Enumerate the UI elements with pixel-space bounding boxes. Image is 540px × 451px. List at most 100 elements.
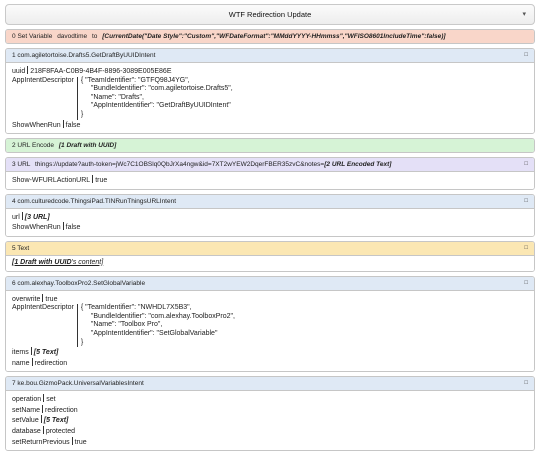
dict-line: "BundleIdentifier": "com.agiletortoise.D… bbox=[90, 85, 233, 93]
action-block-url[interactable]: 3 URL things://update?auth-token=jWc7C1O… bbox=[5, 157, 535, 190]
action-header: 3 URL things://update?auth-token=jWc7C1O… bbox=[6, 158, 534, 173]
window-title-bar: WTF Redirection Update ▾ bbox=[5, 4, 535, 25]
param-key: Show-WFURLActionURL bbox=[12, 177, 91, 185]
param-key: setName bbox=[12, 406, 41, 414]
param-show-when-run: ShowWhenRun false bbox=[12, 222, 528, 233]
param-key: ShowWhenRun bbox=[12, 121, 61, 129]
url-text: things://update?auth-token=jWc7C1OBSlq0Q… bbox=[35, 161, 325, 169]
dict-line: "AppIntentIdentifier": "SetGlobalVariabl… bbox=[90, 329, 218, 337]
dict-line: } bbox=[80, 338, 84, 346]
action-parameters: Show-WFURLActionURL true bbox=[6, 172, 534, 189]
param-database: database protected bbox=[12, 426, 528, 437]
dict-line: "BundleIdentifier": "com.alexhay.Toolbox… bbox=[90, 312, 235, 320]
param-value: true bbox=[45, 295, 58, 303]
param-set-return-previous: setReturnPrevious true bbox=[12, 436, 528, 448]
collapse-icon[interactable]: □ bbox=[524, 158, 528, 171]
param-value: redirection bbox=[45, 406, 78, 414]
action-title: 5 Text bbox=[12, 244, 30, 252]
param-value: true bbox=[74, 438, 87, 446]
dict-line: { "TeamIdentifier": "NWHDL7X5B3", bbox=[80, 304, 192, 312]
param-value: [3 URL] bbox=[24, 213, 50, 221]
param-app-intent-descriptor: AppIntentDescriptor { "TeamIdentifier": … bbox=[12, 304, 528, 348]
text-variable-suffix: 's content] bbox=[71, 258, 104, 266]
divider bbox=[71, 436, 73, 445]
divider bbox=[42, 426, 44, 435]
param-value: 218F8FAA-C0B9-4B4F-8896-3089E005E86E bbox=[30, 68, 172, 75]
param-overwrite: overwrite true bbox=[12, 293, 528, 305]
action-header: 0 Set Variable davodtime to [CurrentDate… bbox=[6, 30, 534, 43]
text-content: [1 Draft with UUID's content] bbox=[12, 259, 528, 268]
window-title: WTF Redirection Update bbox=[228, 10, 312, 19]
divider bbox=[62, 222, 64, 231]
action-parameters: [1 Draft with UUID's content] bbox=[6, 255, 534, 271]
dict-line: "Name": "Toolbox Pro", bbox=[90, 321, 163, 329]
dict-line: "Name": "Drafts", bbox=[90, 93, 144, 101]
action-block-set-variable[interactable]: 0 Set Variable davodtime to [CurrentDate… bbox=[5, 29, 535, 44]
text-variable: [1 Draft with UUID bbox=[12, 258, 72, 266]
action-block-text[interactable]: 5 Text □ [1 Draft with UUID's content] bbox=[5, 240, 535, 272]
param-key: setReturnPrevious bbox=[12, 438, 70, 446]
action-header: 7 ke.bou.GizmoPack.UniversalVariablesInt… bbox=[6, 377, 534, 392]
action-block-universal-variables[interactable]: 7 ke.bou.GizmoPack.UniversalVariablesInt… bbox=[5, 376, 535, 451]
action-parameters: overwrite true AppIntentDescriptor { "Tea… bbox=[6, 290, 534, 372]
action-header: 5 Text □ bbox=[6, 241, 534, 256]
collapse-icon[interactable]: □ bbox=[524, 242, 528, 255]
action-header: 2 URL Encode [1 Draft with UUID] bbox=[6, 139, 534, 153]
param-uuid: uuid 218F8FAA-C0B9-4B4F-8896-3089E005E86E bbox=[12, 66, 528, 77]
divider bbox=[30, 347, 32, 356]
param-operation: operation set bbox=[12, 394, 528, 405]
divider bbox=[21, 211, 23, 220]
divider bbox=[27, 66, 29, 74]
action-parameters: operation set setName redirection setValue… bbox=[6, 391, 534, 451]
to-label: to bbox=[92, 33, 98, 40]
descriptor-dictionary: { "TeamIdentifier": "NWHDL7X5B3", "Bundl… bbox=[76, 304, 235, 348]
param-show-when-run: ShowWhenRun false bbox=[12, 119, 528, 131]
param-key: overwrite bbox=[12, 295, 41, 303]
param-key: name bbox=[12, 359, 30, 367]
action-index: 0 bbox=[12, 33, 16, 40]
divider bbox=[42, 293, 44, 302]
dict-line: } bbox=[80, 110, 84, 118]
param-value: protected bbox=[45, 428, 75, 436]
action-title: 7 ke.bou.GizmoPack.UniversalVariablesInt… bbox=[12, 380, 144, 388]
param-value: [5 Text] bbox=[43, 417, 69, 425]
action-block-set-global-variable[interactable]: 6 com.alexhay.ToolboxPro2.SetGlobalVaria… bbox=[5, 275, 535, 373]
action-title: 6 com.alexhay.ToolboxPro2.SetGlobalVaria… bbox=[12, 279, 146, 287]
action-title: 1 com.agiletortoise.Drafts5.GetDraftByUU… bbox=[12, 52, 156, 59]
param-items: items [5 Text] bbox=[12, 347, 528, 358]
action-parameters: uuid 218F8FAA-C0B9-4B4F-8896-3089E005E86E… bbox=[6, 63, 534, 134]
param-value: [5 Text] bbox=[33, 349, 59, 357]
shortcut-editor: WTF Redirection Update ▾ 0 Set Variable … bbox=[0, 0, 540, 451]
action-block-run-things-url[interactable]: 4 com.culturedcode.ThingsiPad.TINRunThin… bbox=[5, 193, 535, 237]
param-key: operation bbox=[12, 396, 42, 404]
collapse-icon[interactable]: □ bbox=[524, 377, 528, 390]
param-value: set bbox=[46, 396, 56, 404]
action-header: 6 com.alexhay.ToolboxPro2.SetGlobalVaria… bbox=[6, 276, 534, 291]
action-title: 2 URL Encode bbox=[12, 142, 55, 150]
action-parameters: url [3 URL] ShowWhenRun false bbox=[6, 208, 534, 236]
action-block-url-encode[interactable]: 2 URL Encode [1 Draft with UUID] bbox=[5, 138, 535, 154]
param-url: url [3 URL] bbox=[12, 211, 528, 223]
param-key: AppIntentDescriptor bbox=[12, 304, 74, 312]
param-show-url: Show-WFURLActionURL true bbox=[12, 175, 528, 186]
param-key: database bbox=[12, 428, 41, 436]
action-title: 3 URL bbox=[12, 161, 31, 169]
chevron-down-icon[interactable]: ▾ bbox=[522, 5, 526, 24]
param-value: true bbox=[95, 177, 108, 185]
collapse-icon[interactable]: □ bbox=[524, 277, 528, 290]
collapse-icon[interactable]: □ bbox=[524, 195, 528, 208]
divider bbox=[31, 357, 33, 366]
divider bbox=[43, 394, 45, 403]
param-key: setValue bbox=[12, 417, 39, 425]
collapse-icon[interactable]: □ bbox=[524, 49, 528, 62]
divider bbox=[62, 119, 64, 128]
param-key: items bbox=[12, 349, 29, 357]
param-set-value: setValue [5 Text] bbox=[12, 415, 528, 426]
action-name: Set Variable bbox=[17, 33, 53, 40]
action-block-get-draft[interactable]: 1 com.agiletortoise.Drafts5.GetDraftByUU… bbox=[5, 48, 535, 135]
variable-value: [CurrentDate("Date Style":"Custom","WFDa… bbox=[102, 33, 446, 40]
param-key: url bbox=[12, 213, 20, 221]
param-name: name redirection bbox=[12, 357, 528, 369]
variable-name: davodtime bbox=[57, 33, 88, 40]
descriptor-dictionary: { "TeamIdentifier": "GTFQ98J4YG", "Bundl… bbox=[76, 76, 233, 120]
